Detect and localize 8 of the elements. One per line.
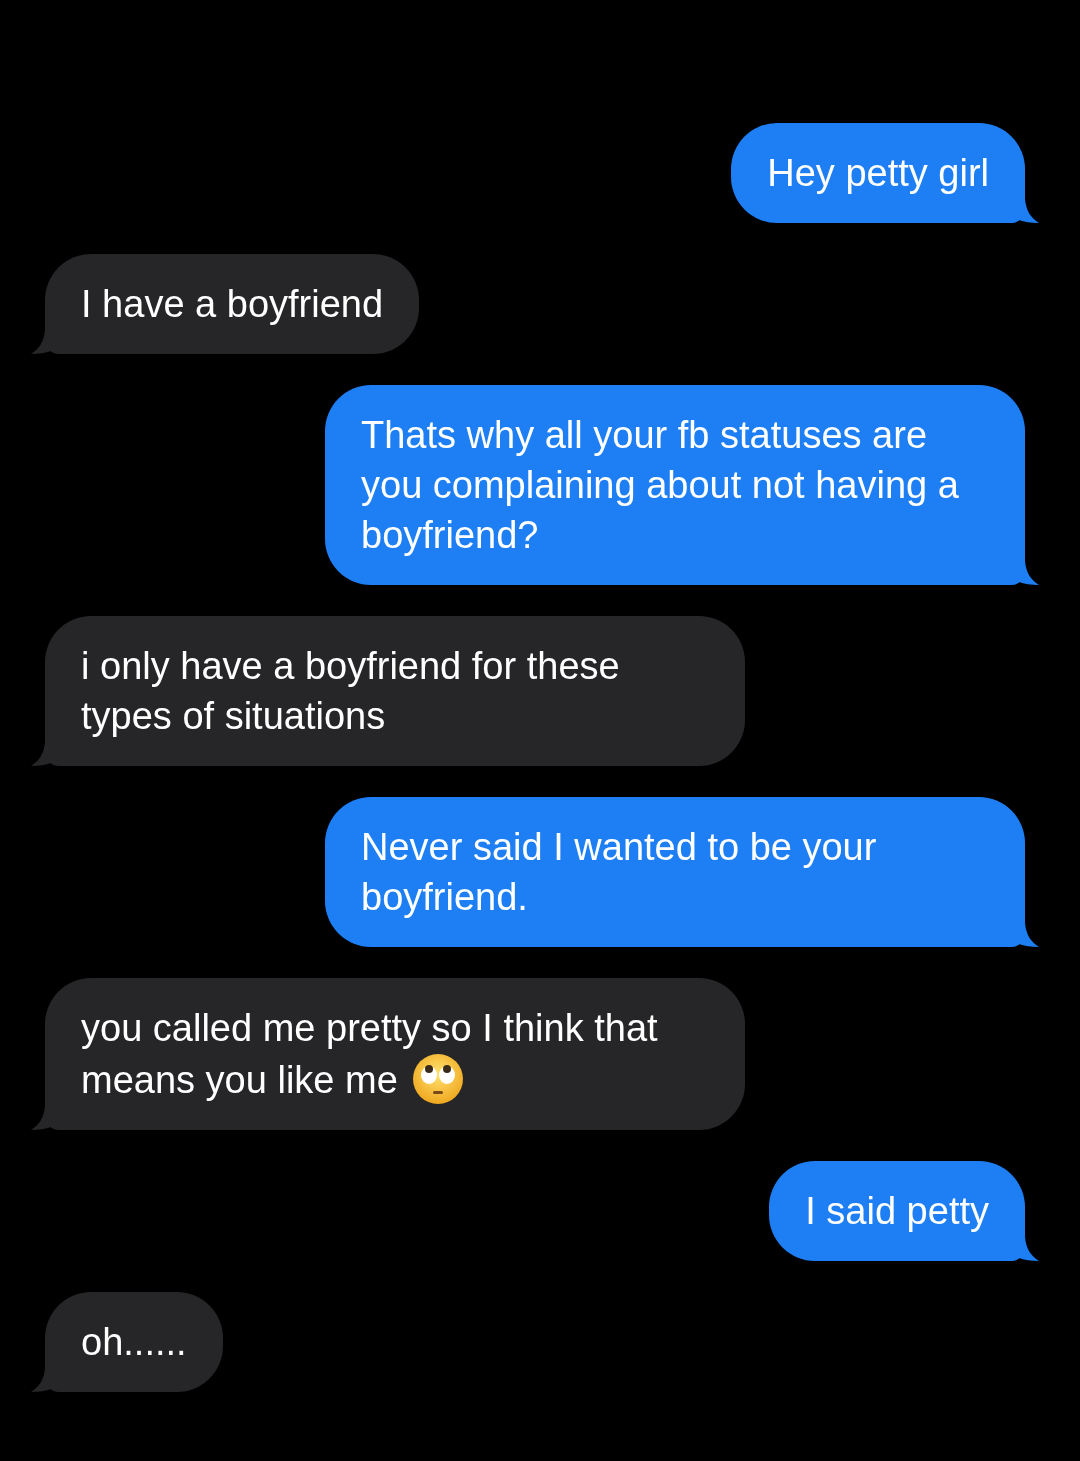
bubble-tail: [31, 1106, 51, 1130]
bubble-tail: [31, 742, 51, 766]
bubble-tail: [1019, 923, 1039, 947]
bubble-tail: [31, 330, 51, 354]
bubble-tail: [1019, 1237, 1039, 1261]
bubble-tail: [1019, 199, 1039, 223]
bubble-tail: [1019, 561, 1039, 585]
bubble-tail: [31, 1368, 51, 1392]
